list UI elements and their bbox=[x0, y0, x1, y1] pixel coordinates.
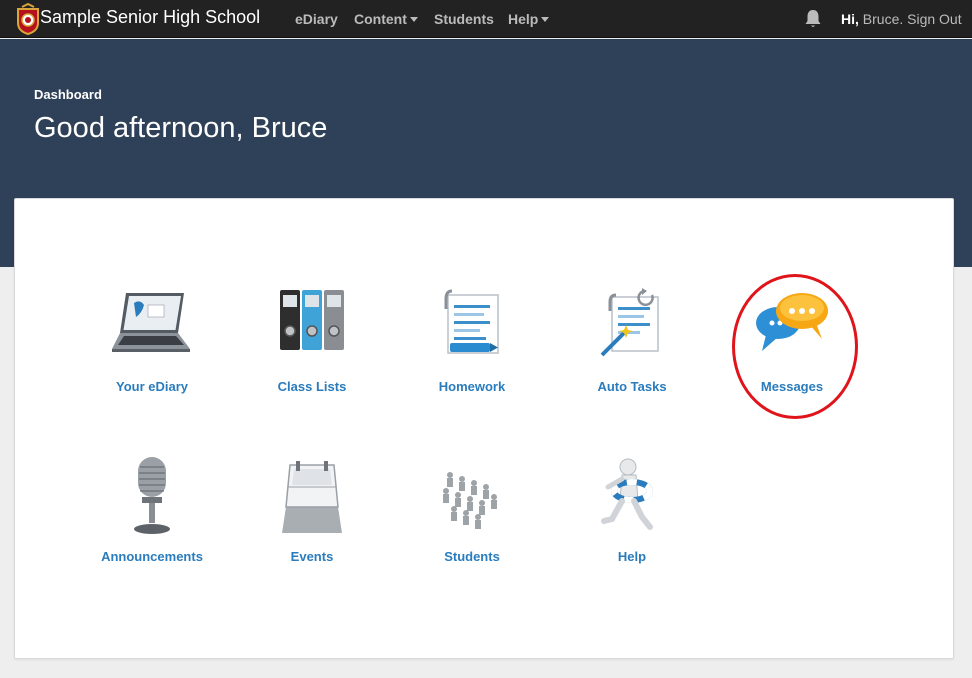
bell-icon[interactable] bbox=[804, 9, 822, 29]
people-group-icon bbox=[443, 472, 497, 529]
highlight-circle-annotation bbox=[732, 274, 858, 419]
top-navbar: Sample Senior High School eDiary Content… bbox=[0, 0, 972, 38]
flip-calendar-icon bbox=[282, 461, 342, 533]
tile-students[interactable]: Students bbox=[397, 457, 547, 587]
school-crest-icon bbox=[17, 3, 39, 35]
page-title: Good afternoon, Bruce bbox=[34, 112, 328, 144]
tile-events[interactable]: Events bbox=[237, 457, 387, 587]
breadcrumb: Dashboard bbox=[34, 87, 102, 102]
tile-announcements[interactable]: Announcements bbox=[77, 457, 227, 587]
tile-class-lists[interactable]: Class Lists bbox=[237, 287, 387, 417]
dashboard-card: Your eDiary Class Lists Homework Auto Ta… bbox=[14, 198, 954, 659]
tile-label: Class Lists bbox=[277, 379, 347, 394]
chevron-down-icon bbox=[541, 17, 550, 22]
nav-students[interactable]: Students bbox=[434, 11, 494, 27]
tile-label: Help bbox=[617, 549, 647, 564]
tile-homework[interactable]: Homework bbox=[397, 287, 547, 417]
nav-help[interactable]: Help bbox=[508, 11, 550, 27]
brand-link[interactable] bbox=[14, 2, 42, 36]
microphone-icon bbox=[134, 457, 170, 534]
school-name[interactable]: Sample Senior High School bbox=[40, 7, 260, 28]
tile-label: Auto Tasks bbox=[597, 379, 667, 394]
document-highlighter-icon bbox=[444, 289, 499, 354]
nav-ediary[interactable]: eDiary bbox=[295, 11, 338, 27]
tile-label: Your eDiary bbox=[115, 379, 188, 394]
tile-label: Announcements bbox=[101, 549, 203, 564]
lifebuoy-runner-icon bbox=[601, 458, 653, 530]
laptop-icon bbox=[112, 293, 190, 352]
user-greeting[interactable]: Hi, Bruce. Sign Out bbox=[841, 11, 962, 27]
nav-content[interactable]: Content bbox=[354, 11, 418, 27]
tile-label: Homework bbox=[438, 379, 506, 394]
tile-label: Students bbox=[444, 549, 500, 564]
tile-your-ediary[interactable]: Your eDiary bbox=[77, 287, 227, 417]
chevron-down-icon bbox=[409, 17, 418, 22]
document-wand-icon bbox=[600, 288, 659, 357]
tile-label: Events bbox=[290, 549, 334, 564]
binders-icon bbox=[280, 290, 344, 350]
tile-help[interactable]: Help bbox=[557, 457, 707, 587]
tile-auto-tasks[interactable]: Auto Tasks bbox=[557, 287, 707, 417]
